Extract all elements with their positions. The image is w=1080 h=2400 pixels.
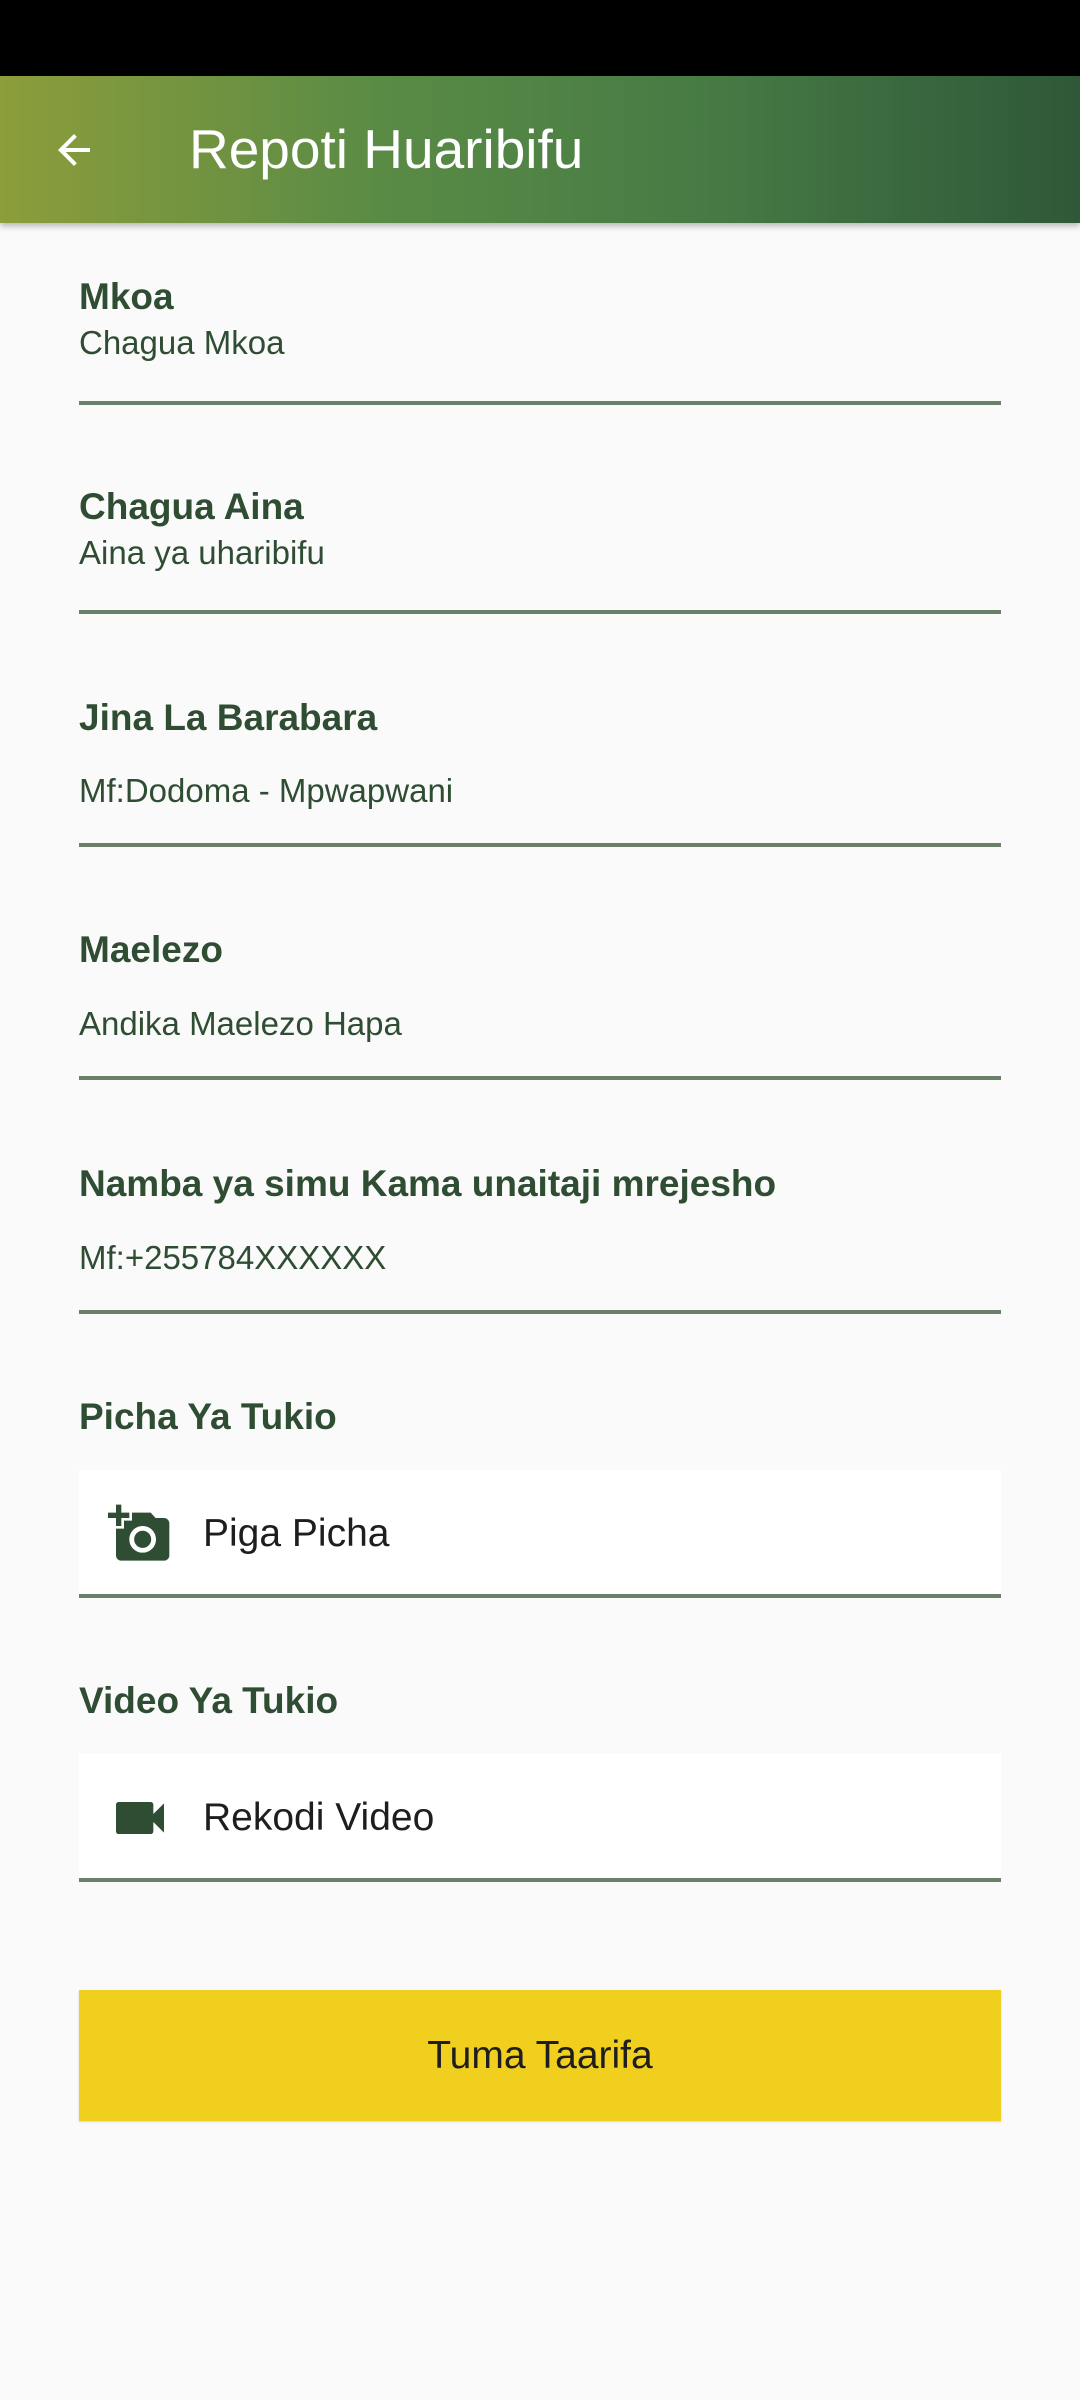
status-bar (0, 0, 1080, 76)
type-dropdown[interactable]: Chagua Aina Aina ya uharibifu (79, 480, 1001, 620)
record-video-button[interactable]: Rekodi Video (79, 1754, 1001, 1882)
region-dropdown[interactable]: Mkoa Chagua Mkoa (79, 270, 1001, 410)
video-label: Video Ya Tukio (79, 1680, 339, 1721)
phone-input[interactable]: Mf:+255784XXXXXX (79, 1239, 386, 1277)
road-name-label: Jina La Barabara (79, 697, 378, 738)
description-underline (79, 1076, 1001, 1080)
region-value: Chagua Mkoa (79, 324, 285, 361)
add-a-photo-icon (108, 1502, 172, 1566)
type-underline (79, 610, 1001, 614)
photo-label: Picha Ya Tukio (79, 1396, 337, 1437)
back-button[interactable] (40, 116, 108, 184)
road-name-field[interactable]: Jina La Barabara Mf:Dodoma - Mpwapwani (79, 690, 1001, 850)
videocam-icon (108, 1786, 172, 1850)
description-label: Maelezo (79, 929, 223, 970)
take-photo-button[interactable]: Piga Picha (79, 1470, 1001, 1598)
region-label: Mkoa (79, 276, 174, 317)
road-name-input[interactable]: Mf:Dodoma - Mpwapwani (79, 772, 453, 810)
video-section: Video Ya Tukio Rekodi Video (79, 1674, 1001, 1886)
take-photo-label: Piga Picha (203, 1512, 390, 1555)
description-input[interactable]: Andika Maelezo Hapa (79, 1005, 402, 1043)
submit-button[interactable]: Tuma Taarifa (79, 1990, 1001, 2121)
page-title: Repoti Huaribifu (189, 118, 584, 180)
video-underline (79, 1878, 1001, 1882)
road-name-underline (79, 843, 1001, 847)
region-underline (79, 401, 1001, 405)
description-field[interactable]: Maelezo Andika Maelezo Hapa (79, 923, 1001, 1083)
phone-underline (79, 1310, 1001, 1314)
photo-section: Picha Ya Tukio Piga Picha (79, 1390, 1001, 1602)
type-label: Chagua Aina (79, 486, 304, 527)
app-bar: Repoti Huaribifu (0, 76, 1080, 223)
photo-underline (79, 1594, 1001, 1598)
record-video-label: Rekodi Video (203, 1796, 435, 1839)
arrow-back-icon (58, 134, 90, 166)
phone-field[interactable]: Namba ya simu Kama unaitaji mrejesho Mf:… (79, 1157, 1001, 1317)
type-value: Aina ya uharibifu (79, 534, 325, 571)
phone-label: Namba ya simu Kama unaitaji mrejesho (79, 1163, 777, 1204)
